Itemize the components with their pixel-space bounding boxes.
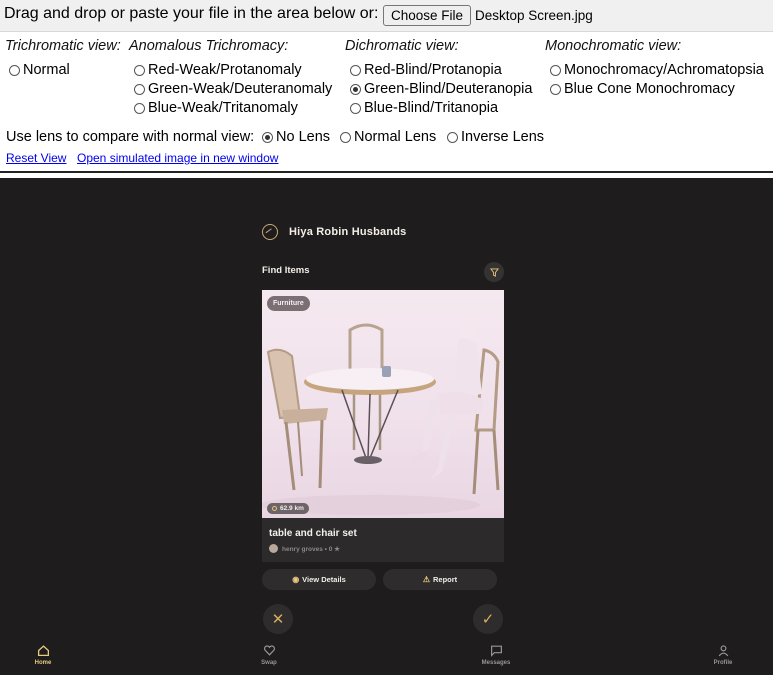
eye-icon: ◉ [292, 575, 300, 584]
check-icon: ✓ [481, 611, 495, 628]
group-heading-monochromatic: Monochromatic view: [545, 38, 682, 54]
radio-label: Monochromacy/Achromatopsia [564, 62, 764, 78]
report-button[interactable]: ⚠ Report [383, 569, 497, 590]
radio-button[interactable] [134, 64, 145, 76]
radio-label: Blue-Blind/Tritanopia [364, 100, 499, 116]
location-pin-icon [272, 506, 277, 511]
distance-value: 62.9 km [280, 505, 304, 512]
filter-icon [489, 267, 499, 277]
filter-button[interactable] [484, 262, 504, 282]
lens-label: Use lens to compare with normal view: [6, 129, 255, 145]
nav-label: Profile [713, 660, 733, 666]
item-owner-rating: henry groves • 0 ★ [269, 544, 340, 553]
user-icon [718, 645, 728, 657]
radio-button[interactable] [350, 64, 361, 76]
app-title: Hiya Robin Husbands [289, 226, 407, 238]
file-toolbar: Drag and drop or paste your file in the … [0, 0, 773, 32]
message-icon [490, 645, 502, 657]
distance-badge: 62.9 km [267, 503, 309, 514]
radio-option-achromatopsia[interactable]: Monochromacy/Achromatopsia [550, 62, 764, 78]
radio-option-protanomaly[interactable]: Red-Weak/Protanomaly [134, 62, 302, 78]
radio-option-inverse-lens[interactable]: Inverse Lens [447, 129, 544, 145]
group-heading-trichromatic: Trichromatic view: [5, 38, 121, 54]
radio-option-deuteranopia[interactable]: Green-Blind/Deuteranopia [350, 81, 532, 97]
selected-file-name: Desktop Screen.jpg [475, 8, 593, 23]
heart-icon [263, 645, 275, 656]
open-new-window-link[interactable]: Open simulated image in new window [77, 151, 278, 165]
item-title: table and chair set [269, 528, 357, 539]
radio-label: No Lens [276, 129, 331, 145]
radio-button[interactable] [550, 64, 561, 76]
radio-label: Red-Weak/Protanomaly [148, 62, 302, 78]
radio-button-selected[interactable] [262, 131, 273, 143]
radio-button[interactable] [550, 83, 561, 95]
divider [0, 171, 773, 173]
nav-home[interactable]: Home [18, 644, 68, 666]
nav-profile[interactable]: Profile [698, 644, 748, 666]
drop-instruction: Drag and drop or paste your file in the … [4, 5, 379, 22]
radio-label: Inverse Lens [461, 129, 545, 145]
table-chair-photo [262, 317, 500, 515]
radio-option-tritanomaly[interactable]: Blue-Weak/Tritanomaly [134, 100, 298, 116]
category-badge: Furniture [267, 296, 310, 311]
choose-file-button[interactable]: Choose File [383, 5, 472, 26]
close-icon: ✕ [271, 611, 285, 628]
group-heading-anomalous: Anomalous Trichromacy: [129, 38, 289, 54]
avatar [269, 544, 278, 553]
simulated-image: Hiya Robin Husbands Find Items Furniture… [0, 178, 773, 675]
accept-button[interactable]: ✓ [473, 604, 503, 634]
section-title: Find Items [262, 265, 310, 276]
owner-meta: henry groves • 0 ★ [282, 545, 340, 553]
app-header: Hiya Robin Husbands [262, 224, 406, 240]
radio-option-deuteranomaly[interactable]: Green-Weak/Deuteranomaly [134, 81, 332, 97]
view-details-button[interactable]: ◉ View Details [262, 569, 376, 590]
nav-label: Home [34, 660, 52, 666]
warning-icon: ⚠ [422, 575, 430, 584]
nav-label: Messages [481, 660, 511, 666]
radio-button[interactable] [9, 64, 20, 76]
radio-button[interactable] [350, 102, 361, 114]
radio-label: Green-Blind/Deuteranopia [364, 81, 533, 97]
group-heading-dichromatic: Dichromatic view: [345, 38, 459, 54]
home-icon [37, 645, 49, 657]
radio-label: Blue-Weak/Tritanomaly [148, 100, 298, 116]
nav-swap[interactable]: Swap [244, 644, 294, 666]
radio-label: Blue Cone Monochromacy [564, 81, 735, 97]
item-photo[interactable]: Furniture 62.9 km [262, 290, 504, 518]
radio-label: Normal Lens [354, 129, 437, 145]
report-label: Report [433, 575, 458, 584]
radio-option-blue-cone[interactable]: Blue Cone Monochromacy [550, 81, 735, 97]
dismiss-button[interactable]: ✕ [263, 604, 293, 634]
radio-option-protanopia[interactable]: Red-Blind/Protanopia [350, 62, 502, 78]
radio-button[interactable] [447, 131, 458, 143]
radio-button[interactable] [134, 83, 145, 95]
radio-option-normal[interactable]: Normal [9, 62, 70, 78]
radio-button[interactable] [134, 102, 145, 114]
radio-button[interactable] [340, 131, 351, 143]
radio-option-tritanopia[interactable]: Blue-Blind/Tritanopia [350, 100, 498, 116]
radio-label: Normal [23, 62, 70, 78]
radio-label: Green-Weak/Deuteranomaly [148, 81, 333, 97]
radio-label: Red-Blind/Protanopia [364, 62, 502, 78]
radio-option-no-lens[interactable]: No Lens [262, 129, 330, 145]
nav-messages[interactable]: Messages [471, 644, 521, 666]
nav-label: Swap [261, 660, 277, 666]
view-details-label: View Details [302, 575, 346, 584]
radio-button-selected[interactable] [350, 83, 361, 95]
radio-option-normal-lens[interactable]: Normal Lens [340, 129, 436, 145]
item-info: table and chair set henry groves • 0 ★ [262, 518, 504, 562]
reset-view-link[interactable]: Reset View [6, 151, 66, 165]
logo-icon [262, 224, 278, 240]
